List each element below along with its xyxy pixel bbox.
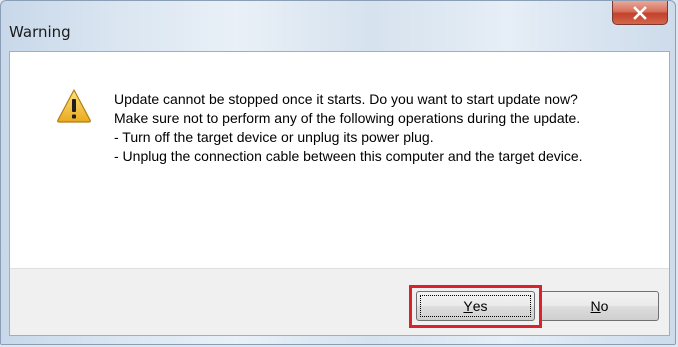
close-button[interactable] xyxy=(612,1,668,25)
message-line: - Turn off the target device or unplug i… xyxy=(114,129,434,145)
warning-dialog: Warning Update cannot be stopped once it… xyxy=(0,0,676,345)
yes-label: es xyxy=(472,298,488,314)
message-line: Update cannot be stopped once it starts.… xyxy=(114,91,578,107)
no-accelerator: N xyxy=(590,298,601,314)
message-line: - Unplug the connection cable between th… xyxy=(114,148,583,164)
yes-button[interactable]: Yes xyxy=(416,291,535,321)
window-title: Warning xyxy=(9,23,71,41)
message-text: Update cannot be stopped once it starts.… xyxy=(114,90,634,166)
close-icon xyxy=(633,5,647,20)
dialog-body: Update cannot be stopped once it starts.… xyxy=(9,51,670,336)
message-line: Make sure not to perform any of the foll… xyxy=(114,110,581,126)
warning-icon xyxy=(57,89,91,123)
title-bar[interactable]: Warning xyxy=(1,1,675,51)
no-button[interactable]: No xyxy=(540,291,659,321)
yes-accelerator: Y xyxy=(463,298,473,314)
no-label: o xyxy=(600,298,609,314)
